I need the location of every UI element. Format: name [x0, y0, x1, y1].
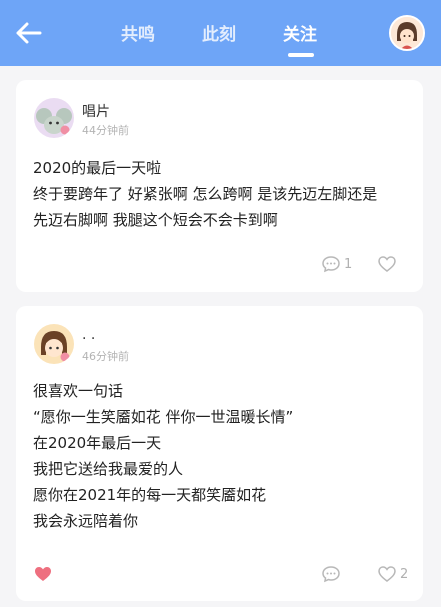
comment-icon — [322, 256, 340, 273]
post-card[interactable]: 唱片 44分钟前 2020的最后一天啦 终于要跨年了 好紧张啊 怎么跨啊 是该先… — [16, 80, 423, 292]
author-avatar[interactable] — [34, 324, 74, 364]
author-name[interactable]: . . — [82, 327, 95, 343]
heart-outline-icon — [378, 566, 396, 582]
liked-indicator[interactable] — [33, 565, 53, 583]
like-button[interactable] — [377, 255, 400, 273]
post-line: “愿你一生笑靥如花 伴你一世温暖长情” — [33, 408, 294, 426]
author-avatar[interactable] — [34, 98, 74, 138]
heart-filled-icon — [35, 567, 51, 581]
post-line: 终于要跨年了 好紧张啊 怎么跨啊 是该先迈左脚还是 — [33, 185, 378, 203]
post-line: 愿你在2021年的每一天都笑靥如花 — [33, 486, 267, 504]
girl-avatar-illustration — [34, 324, 74, 364]
comment-button[interactable]: 1 — [321, 255, 352, 273]
active-tab-indicator — [288, 53, 314, 57]
post-line: 很喜欢一句话 — [33, 382, 124, 400]
post-line: 先迈右脚啊 我腿这个短会不会卡到啊 — [33, 211, 278, 229]
tab-resonance[interactable]: 共鸣 — [121, 20, 155, 45]
tab-following[interactable]: 关注 — [283, 20, 317, 45]
comment-button[interactable] — [321, 565, 344, 583]
user-avatar-illustration — [391, 17, 423, 49]
post-time: 44分钟前 — [82, 124, 129, 137]
post-line: 2020的最后一天啦 — [33, 159, 162, 177]
post-card[interactable]: . . 46分钟前 很喜欢一句话 “愿你一生笑靥如花 伴你一世温暖长情” 在20… — [16, 306, 423, 601]
comment-count: 1 — [344, 256, 353, 272]
author-name[interactable]: 唱片 — [82, 101, 110, 121]
post-time: 46分钟前 — [82, 350, 129, 363]
post-content[interactable]: 2020的最后一天啦 终于要跨年了 好紧张啊 怎么跨啊 是该先迈左脚还是 先迈右… — [33, 155, 377, 233]
mouse-avatar-illustration — [34, 98, 74, 138]
post-line: 我把它送给我最爱的人 — [33, 460, 184, 478]
top-bar: 共鸣 此刻 关注 — [0, 0, 441, 66]
tab-bar: 共鸣 此刻 关注 — [0, 0, 441, 66]
tab-this-moment[interactable]: 此刻 — [202, 20, 236, 45]
heart-outline-icon — [378, 256, 396, 272]
post-line: 我会永远陪着你 — [33, 512, 139, 530]
post-line: 在2020年最后一天 — [33, 434, 162, 452]
like-button[interactable]: 2 — [377, 565, 408, 583]
post-content[interactable]: 很喜欢一句话 “愿你一生笑靥如花 伴你一世温暖长情” 在2020年最后一天 我把… — [33, 378, 293, 534]
user-avatar[interactable] — [389, 15, 425, 51]
comment-icon — [322, 566, 340, 583]
like-count: 2 — [400, 566, 409, 582]
